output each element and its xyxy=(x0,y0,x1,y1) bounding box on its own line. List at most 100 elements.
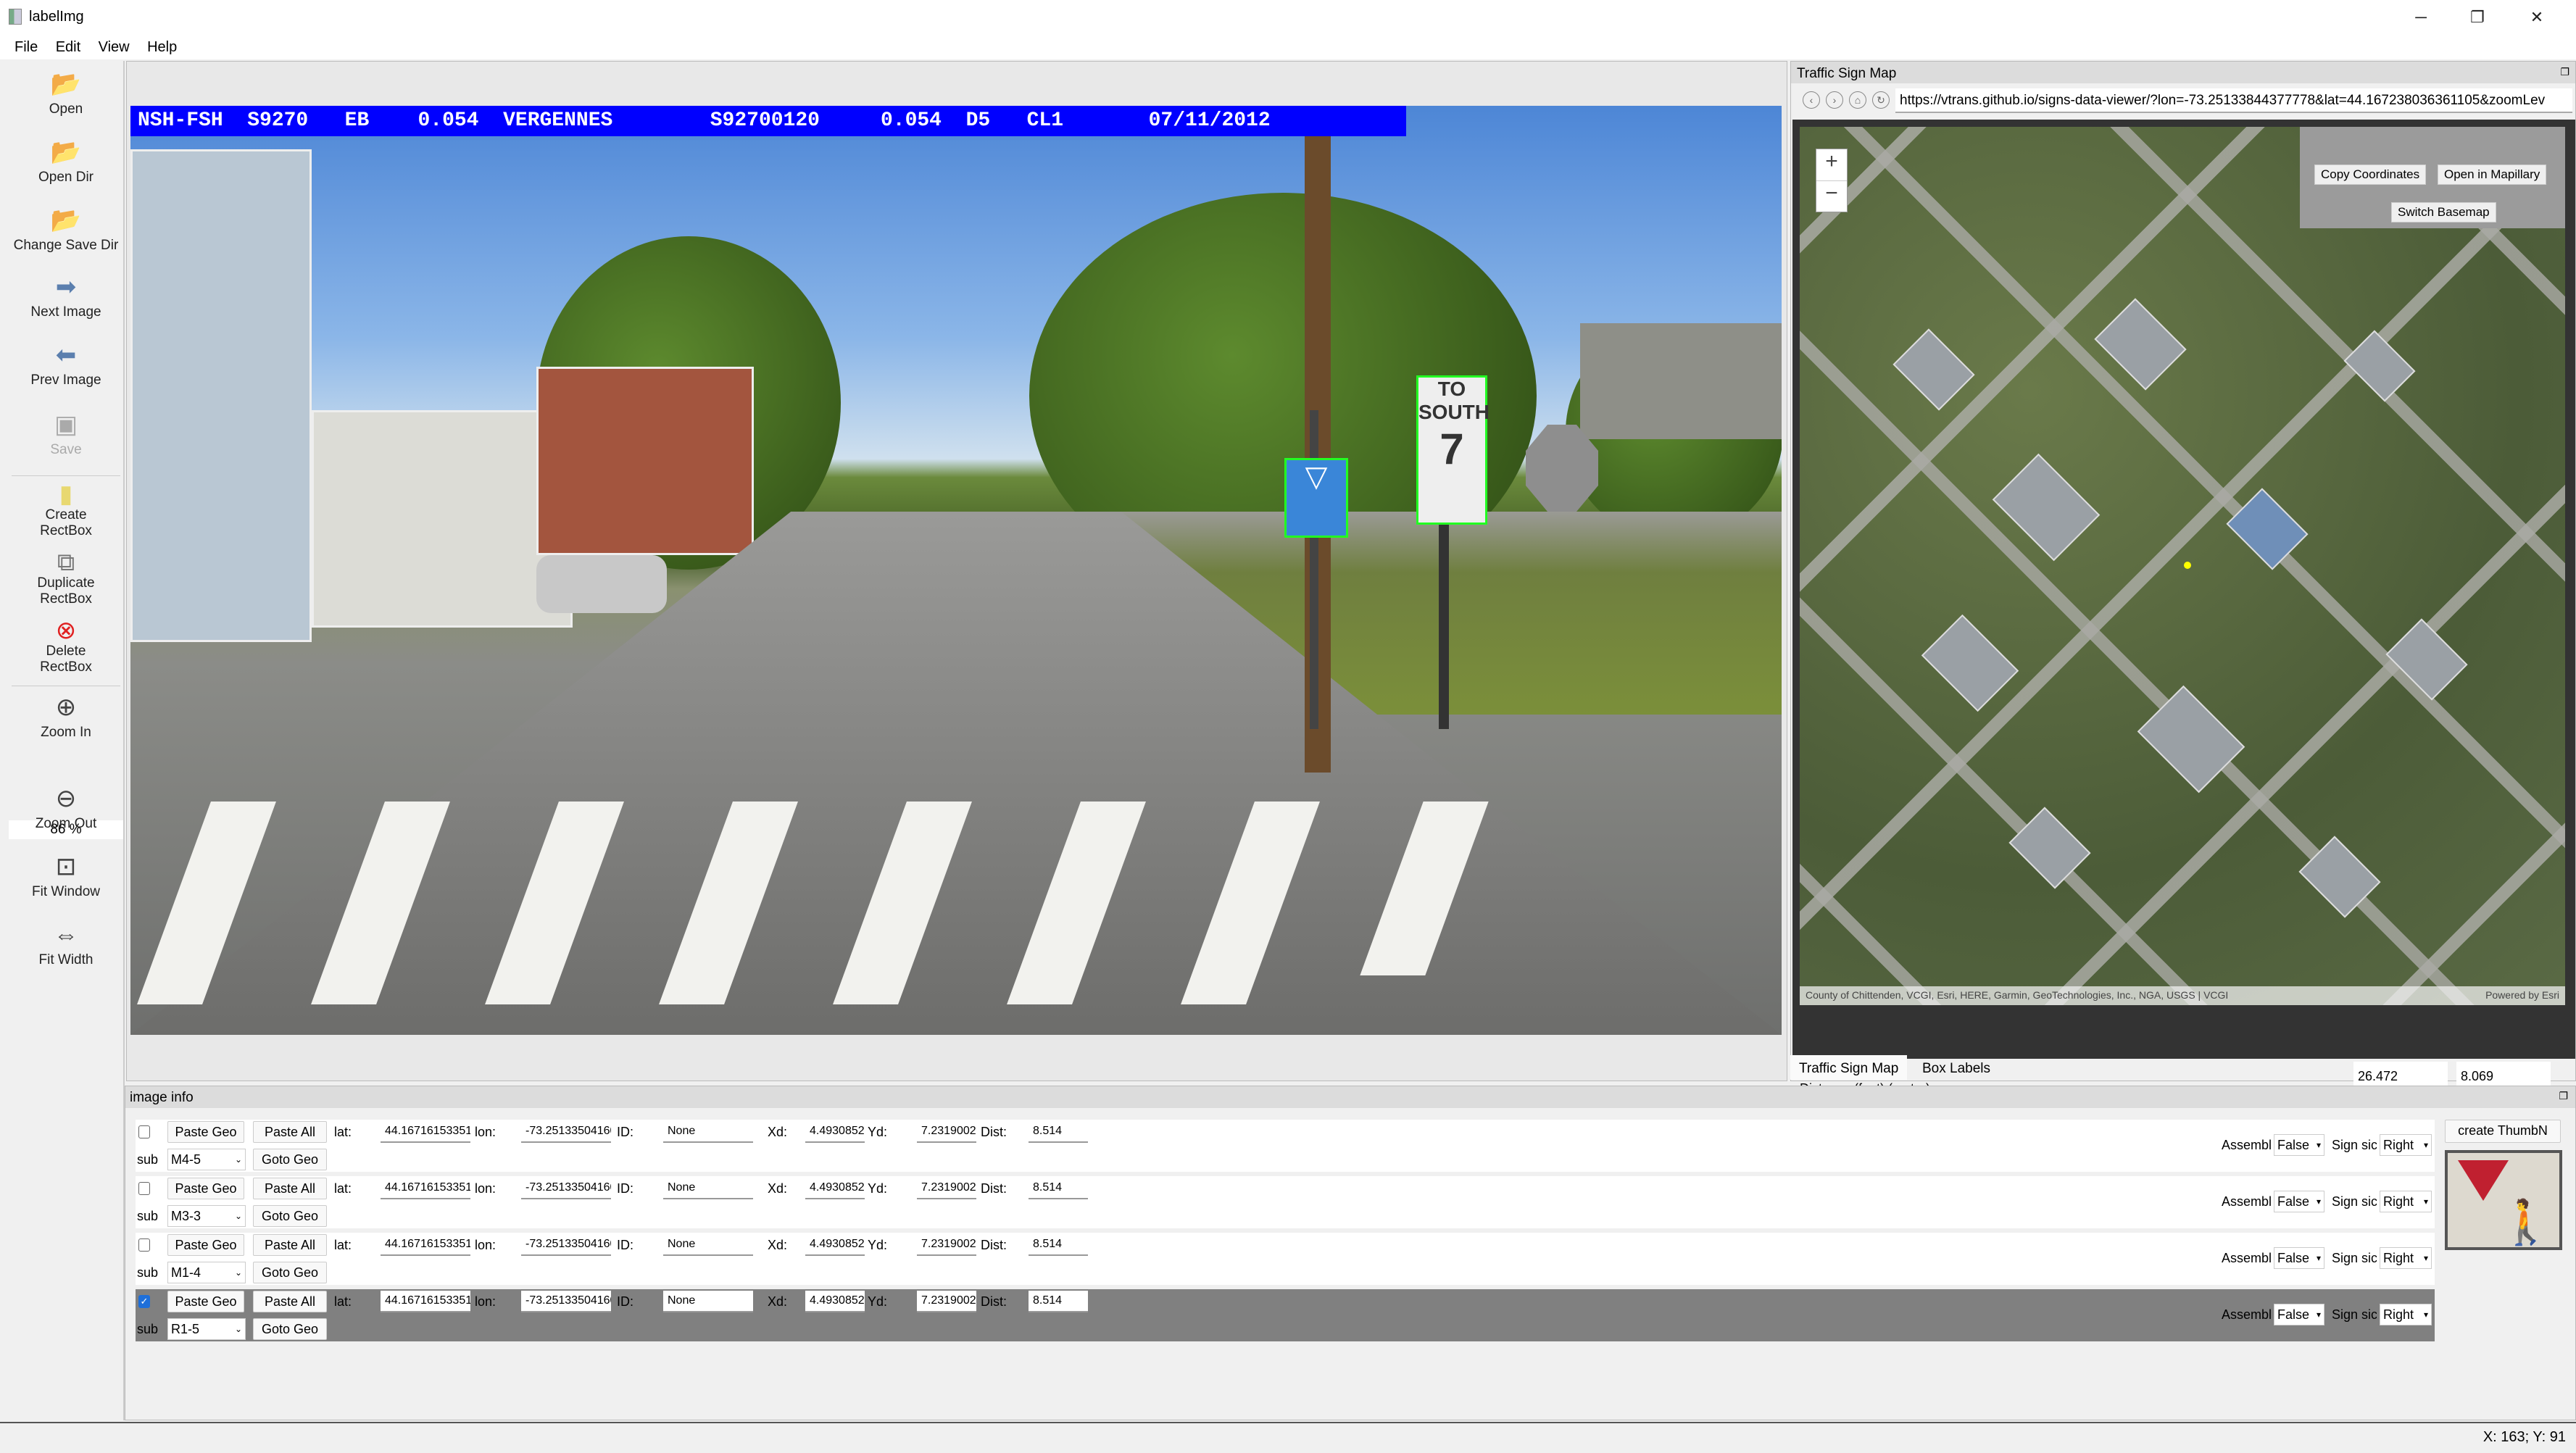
open-button[interactable]: 📂 Open xyxy=(7,71,125,117)
assembly-select[interactable]: False ▾ xyxy=(2274,1247,2324,1269)
save-button[interactable]: ▣ Save xyxy=(7,412,125,458)
reload-icon[interactable]: ↻ xyxy=(1872,91,1890,109)
zoom-in-button[interactable]: ⊕ Zoom In xyxy=(7,694,125,741)
delete-rectbox-button[interactable]: ⊗ Delete RectBox xyxy=(7,617,125,675)
assembly-select[interactable]: False ▾ xyxy=(2274,1304,2324,1325)
paste-geo-button[interactable]: Paste Geo xyxy=(167,1234,244,1256)
home-icon[interactable]: ⌂ xyxy=(1849,91,1866,109)
change-save-dir-button[interactable]: 📂 Change Save Dir xyxy=(7,207,125,254)
street-photo[interactable]: ▽ TO SOUTH 7 NSH-FSH S9270 EB 0.054 VERGEN… xyxy=(130,106,1782,1035)
lat-label: lat: xyxy=(334,1294,352,1309)
sub-select[interactable]: M3-3 ⌄ xyxy=(167,1205,246,1227)
sign-side-select[interactable]: Right ▾ xyxy=(2380,1247,2432,1269)
tab-box-labels[interactable]: Box Labels xyxy=(1914,1055,1999,1080)
building xyxy=(2094,298,2187,391)
float-icon[interactable]: ❐ xyxy=(2559,1090,2568,1102)
dist-field[interactable]: 8.514 xyxy=(1029,1121,1088,1143)
lat-field[interactable]: 44.167161533515 xyxy=(381,1234,470,1256)
pedestrian-sign-box[interactable]: ▽ xyxy=(1284,458,1348,538)
zoom-out-button[interactable]: ⊖ Zoom Out xyxy=(7,786,125,832)
lat-field[interactable]: 44.167161533515 xyxy=(381,1291,470,1312)
yd-field[interactable]: 7.23190021 xyxy=(917,1178,976,1199)
row-checkbox[interactable] xyxy=(138,1125,150,1138)
xd-field[interactable]: 4.49308528 xyxy=(805,1178,865,1199)
id-field[interactable]: None xyxy=(663,1291,753,1312)
goto-geo-button[interactable]: Goto Geo xyxy=(253,1318,327,1340)
next-image-button[interactable]: ➡ Next Image xyxy=(7,274,125,320)
back-icon[interactable]: ‹ xyxy=(1803,91,1820,109)
dist-field[interactable]: 8.514 xyxy=(1029,1234,1088,1256)
goto-geo-button[interactable]: Goto Geo xyxy=(253,1205,327,1227)
goto-geo-button[interactable]: Goto Geo xyxy=(253,1262,327,1283)
left-toolbar: 📂 Open 📂 Open Dir 📂 Change Save Dir ➡ Next I… xyxy=(7,61,125,1420)
paste-all-button[interactable]: Paste All xyxy=(253,1291,327,1312)
lat-field[interactable]: 44.167161533515 xyxy=(381,1121,470,1143)
copy-coordinates-button[interactable]: Copy Coordinates xyxy=(2314,165,2427,185)
close-button[interactable]: ✕ xyxy=(2515,4,2559,30)
sub-label: sub xyxy=(137,1152,159,1167)
menu-view[interactable]: View xyxy=(99,39,130,56)
sub-select[interactable]: M1-4 ⌄ xyxy=(167,1262,246,1283)
row-checkbox[interactable] xyxy=(138,1238,150,1252)
duplicate-rectbox-button[interactable]: ⧉ Duplicate RectBox xyxy=(7,549,125,607)
sign-side-select[interactable]: Right ▾ xyxy=(2380,1191,2432,1212)
sign-side-select[interactable]: Right ▾ xyxy=(2380,1134,2432,1156)
route-sign-box[interactable]: TO SOUTH 7 xyxy=(1416,375,1489,525)
url-input[interactable]: https://vtrans.github.io/signs-data-view… xyxy=(1895,88,2572,113)
lon-field[interactable]: -73.25133504160 xyxy=(521,1178,611,1199)
restore-button[interactable]: ❐ xyxy=(2456,4,2499,30)
tab-traffic-sign-map[interactable]: Traffic Sign Map xyxy=(1790,1055,1908,1080)
fit-width-button[interactable]: ⇔ Fit Width xyxy=(7,922,125,968)
yd-field[interactable]: 7.23190021 xyxy=(917,1291,976,1312)
fit-window-button[interactable]: ⊡ Fit Window xyxy=(7,854,125,900)
menu-file[interactable]: File xyxy=(14,39,38,56)
assembly-select[interactable]: False ▾ xyxy=(2274,1191,2324,1212)
yd-label: Yd: xyxy=(868,1125,888,1139)
sign-side-select[interactable]: Right ▾ xyxy=(2380,1304,2432,1325)
paste-all-button[interactable]: Paste All xyxy=(253,1121,327,1143)
xd-label: Xd: xyxy=(768,1125,788,1139)
menu-help[interactable]: Help xyxy=(147,39,177,56)
minimize-button[interactable]: ─ xyxy=(2399,4,2443,30)
paste-geo-button[interactable]: Paste Geo xyxy=(167,1121,244,1143)
delete-icon: ⊗ xyxy=(55,617,77,644)
xd-field[interactable]: 4.49308528 xyxy=(805,1234,865,1256)
dist-field[interactable]: 8.514 xyxy=(1029,1178,1088,1199)
assembly-select[interactable]: False ▾ xyxy=(2274,1134,2324,1156)
id-field[interactable]: None xyxy=(663,1121,753,1143)
map-zoom-out-button[interactable]: − xyxy=(1816,181,1847,206)
yd-field[interactable]: 7.23190021 xyxy=(917,1234,976,1256)
goto-geo-button[interactable]: Goto Geo xyxy=(253,1149,327,1170)
sub-select[interactable]: M4-5 ⌄ xyxy=(167,1149,246,1170)
yd-field[interactable]: 7.23190021 xyxy=(917,1121,976,1143)
open-mapillary-button[interactable]: Open in Mapillary xyxy=(2438,165,2547,185)
lat-field[interactable]: 44.167161533515 xyxy=(381,1178,470,1199)
create-thumbnail-button[interactable]: create ThumbN xyxy=(2445,1120,2561,1143)
satellite-map[interactable]: + − Copy Coordinates Open in Mapillary Sw… xyxy=(1800,127,2565,1005)
switch-basemap-button[interactable]: Switch Basemap xyxy=(2391,202,2496,222)
paste-geo-button[interactable]: Paste Geo xyxy=(167,1178,244,1199)
xd-field[interactable]: 4.49308528 xyxy=(805,1291,865,1312)
paste-geo-button[interactable]: Paste Geo xyxy=(167,1291,244,1312)
open-dir-button[interactable]: 📂 Open Dir xyxy=(7,139,125,186)
location-marker[interactable] xyxy=(2184,562,2191,569)
sub-select[interactable]: R1-5 ⌄ xyxy=(167,1318,246,1340)
float-icon[interactable]: ❐ xyxy=(2560,66,2569,78)
row-checkbox[interactable]: ✓ xyxy=(138,1295,150,1308)
paste-all-button[interactable]: Paste All xyxy=(253,1234,327,1256)
menu-edit[interactable]: Edit xyxy=(56,39,80,56)
xd-field[interactable]: 4.49308528 xyxy=(805,1121,865,1143)
map-zoom-in-button[interactable]: + xyxy=(1816,149,1847,181)
lon-field[interactable]: -73.25133504160 xyxy=(521,1234,611,1256)
forward-icon[interactable]: › xyxy=(1826,91,1843,109)
paste-all-button[interactable]: Paste All xyxy=(253,1178,327,1199)
create-rectbox-button[interactable]: ▮ Create RectBox xyxy=(7,481,125,539)
lon-field[interactable]: -73.25133504160 xyxy=(521,1121,611,1143)
id-field[interactable]: None xyxy=(663,1178,753,1199)
prev-image-button[interactable]: ⬅ Prev Image xyxy=(7,342,125,388)
id-field[interactable]: None xyxy=(663,1234,753,1256)
lon-field[interactable]: -73.25133504160 xyxy=(521,1291,611,1312)
save-icon: ▣ xyxy=(54,411,78,438)
dist-field[interactable]: 8.514 xyxy=(1029,1291,1088,1312)
row-checkbox[interactable] xyxy=(138,1182,150,1195)
